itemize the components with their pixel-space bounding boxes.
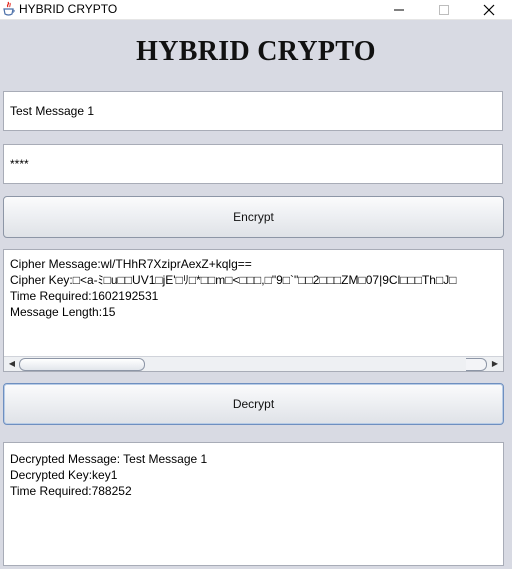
maximize-icon [439, 4, 449, 15]
time-required-line: Time Required:1602192531 [10, 289, 159, 303]
decrypted-message-line: Decrypted Message: Test Message 1 [10, 452, 208, 466]
cipher-message-line: Cipher Message:wl/THhR7XziprAexZ+kqlg== [10, 257, 252, 271]
decrypt-output-text: Decrypted Message: Test Message 1 Decryp… [10, 451, 503, 499]
decrypted-key-line: Decrypted Key:key1 [10, 468, 118, 482]
message-length-line: Message Length:15 [10, 305, 116, 319]
key-input[interactable] [3, 144, 503, 184]
decrypt-button[interactable]: Decrypt [3, 383, 504, 425]
maximize-button[interactable] [421, 0, 467, 19]
page-title: HYBRID CRYPTO [136, 36, 376, 67]
cipher-output-text: Cipher Message:wl/THhR7XziprAexZ+kqlg== … [10, 256, 503, 320]
decrypt-time-line: Time Required:788252 [10, 484, 132, 498]
cipher-key-line: Cipher Key:□<a-ﾐ□u□□UV1□jE'□ﾘ□*□□m□<□□□,… [10, 273, 457, 287]
close-icon [483, 4, 495, 15]
message-input[interactable] [3, 91, 503, 131]
java-cup-icon [3, 1, 15, 16]
window-titlebar[interactable]: HYBRID CRYPTO [0, 0, 512, 20]
minimize-icon [394, 9, 404, 10]
minimize-button[interactable] [376, 0, 422, 19]
scroll-left-icon[interactable]: ◀ [6, 358, 18, 370]
scrollbar-thumb[interactable] [19, 358, 145, 371]
window-title: HYBRID CRYPTO [19, 2, 118, 16]
decrypt-output-area[interactable]: Decrypted Message: Test Message 1 Decryp… [3, 442, 504, 566]
scrollbar-track-end [466, 358, 487, 371]
cipher-output-area[interactable]: Cipher Message:wl/THhR7XziprAexZ+kqlg== … [3, 249, 504, 372]
horizontal-scrollbar[interactable]: ◀ ▶ [4, 356, 503, 371]
close-button[interactable] [466, 0, 512, 19]
scroll-right-icon[interactable]: ▶ [489, 358, 501, 370]
encrypt-button[interactable]: Encrypt [3, 196, 504, 238]
